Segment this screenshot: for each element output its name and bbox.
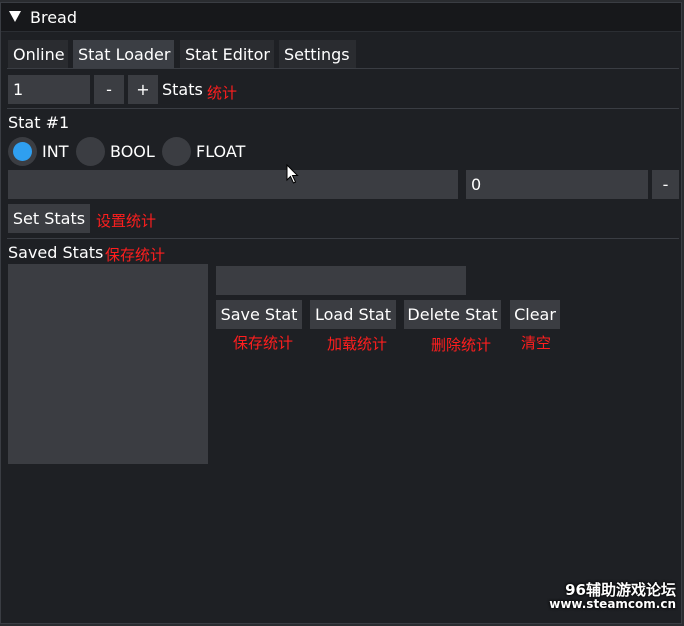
radio-int-label[interactable]: INT (42, 142, 68, 161)
separator (7, 108, 679, 109)
saved-stats-list[interactable] (8, 264, 208, 464)
stat-value-decrement-button[interactable]: - (652, 170, 679, 199)
set-stats-note: 设置统计 (96, 212, 157, 230)
clear-note: 清空 (521, 334, 552, 352)
delete-stat-button[interactable]: Delete Stat (404, 300, 501, 329)
delete-stat-note: 删除统计 (431, 336, 492, 354)
clear-button[interactable]: Clear (510, 300, 560, 329)
stats-label-note: 统计 (207, 84, 238, 102)
stat-name-input[interactable] (8, 170, 458, 199)
tab-underline (7, 68, 679, 69)
stat-value-input-wrap[interactable] (466, 170, 648, 199)
saved-stat-name-input[interactable] (216, 266, 466, 295)
stat-count-input[interactable] (8, 75, 90, 104)
save-stat-button[interactable]: Save Stat (216, 300, 302, 329)
set-stats-button[interactable]: Set Stats (8, 204, 90, 233)
load-stat-note: 加载统计 (327, 335, 388, 353)
stat-count-decrement-button[interactable]: - (94, 75, 124, 104)
window-title: Bread (30, 8, 78, 27)
stat-heading: Stat #1 (8, 113, 70, 132)
stat-count-input-wrap[interactable] (8, 75, 90, 104)
radio-bool-label[interactable]: BOOL (110, 142, 155, 161)
radio-int[interactable] (8, 137, 37, 166)
radio-selected-dot (13, 142, 32, 161)
stat-count-increment-button[interactable]: + (128, 75, 158, 104)
tab-stat-editor[interactable]: Stat Editor (180, 40, 274, 69)
tab-online[interactable]: Online (8, 40, 68, 69)
radio-bool[interactable] (76, 137, 105, 166)
mouse-cursor-icon (286, 164, 299, 184)
title-bar[interactable]: Bread (1, 3, 681, 32)
tab-settings[interactable]: Settings (279, 40, 356, 69)
collapse-triangle-icon[interactable] (9, 11, 21, 22)
separator (7, 238, 679, 239)
saved-stats-heading: Saved Stats (8, 243, 104, 262)
tab-stat-loader[interactable]: Stat Loader (73, 40, 174, 69)
watermark-line-2: www.steamcom.cn (549, 597, 676, 611)
load-stat-button[interactable]: Load Stat (310, 300, 396, 329)
save-stat-note: 保存统计 (233, 334, 294, 352)
saved-stat-name-input-wrap[interactable] (216, 266, 466, 295)
stat-value-input[interactable] (466, 170, 648, 199)
radio-float[interactable] (162, 137, 191, 166)
stats-label: Stats (162, 80, 203, 99)
radio-float-label[interactable]: FLOAT (196, 142, 245, 161)
saved-stats-heading-note: 保存统计 (105, 246, 166, 264)
stat-name-input-wrap[interactable] (8, 170, 458, 199)
